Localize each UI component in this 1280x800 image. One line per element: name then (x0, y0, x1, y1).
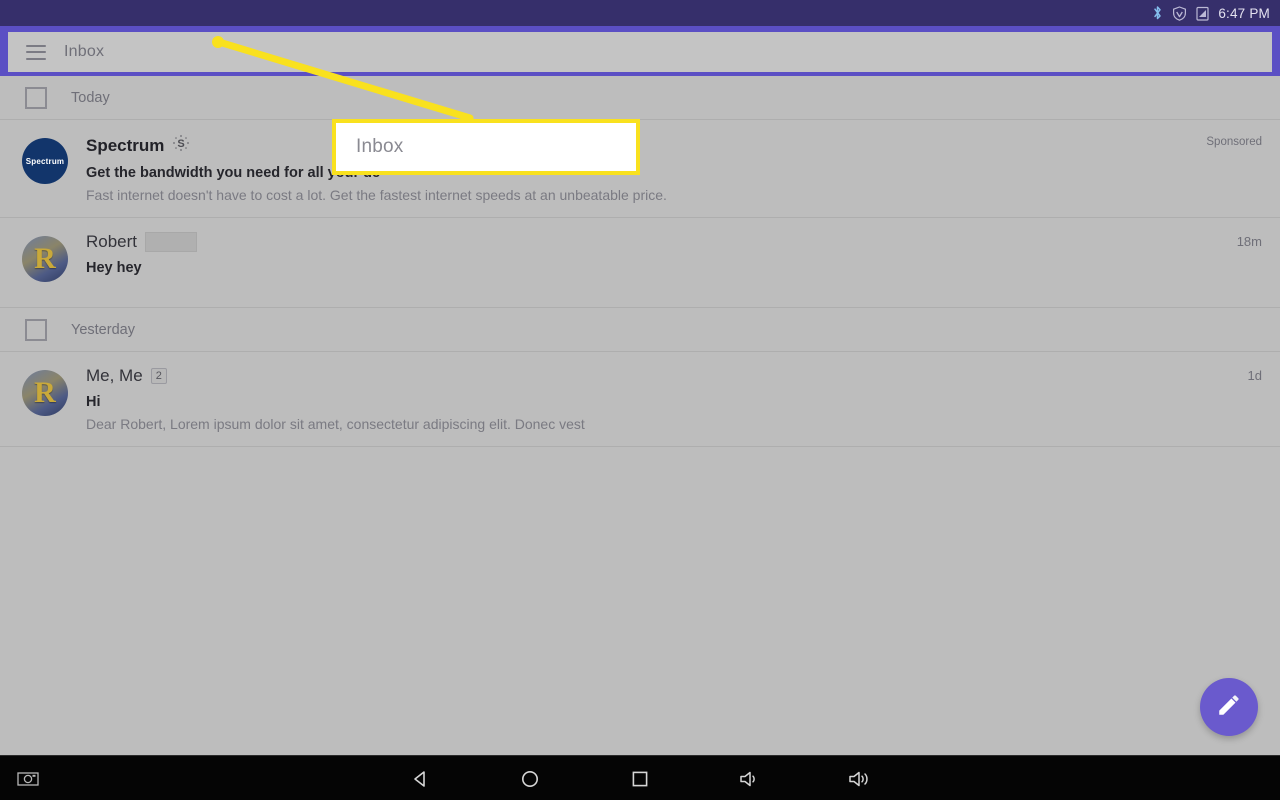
hamburger-menu-icon[interactable] (26, 44, 46, 60)
table-row[interactable]: R Me, Me 2 Hi Dear Robert, Lorem ipsum d… (0, 352, 1280, 447)
compose-pencil-icon (1216, 692, 1242, 723)
avatar-label: R (34, 242, 56, 275)
volume-down-icon[interactable] (728, 756, 772, 800)
snippet-text: Fast internet doesn't have to cost a lot… (86, 187, 667, 203)
android-navigation-bar (0, 755, 1280, 800)
avatar: R (22, 236, 68, 282)
section-select-checkbox[interactable] (25, 86, 47, 109)
avatar-label: Spectrum (25, 156, 65, 166)
snippet-text: Dear Robert, Lorem ipsum dolor sit amet,… (86, 416, 585, 432)
section-header-today: Today (0, 76, 1280, 120)
app-bar[interactable]: Inbox (8, 32, 1272, 72)
avatar: Spectrum (22, 138, 68, 184)
row-body: Spectrum S Get the bandwidth you need fo… (78, 134, 1262, 203)
home-icon[interactable] (508, 756, 552, 800)
callout-label: Inbox (356, 136, 404, 157)
row-body: Me, Me 2 Hi Dear Robert, Lorem ipsum dol… (78, 366, 1262, 432)
status-bar-clock: 6:47 PM (1218, 5, 1270, 21)
section-label: Yesterday (71, 321, 135, 338)
subject-line: Hi (86, 394, 101, 410)
subject-line: Hey hey (86, 260, 142, 276)
sponsored-dollar-icon: S (172, 134, 190, 157)
table-row[interactable]: R Robert Hey hey 18m (0, 218, 1280, 308)
callout-highlight-box: Inbox (332, 119, 640, 175)
status-badge: Sponsored (1206, 136, 1262, 148)
back-icon[interactable] (398, 756, 442, 800)
sender-name: Spectrum (86, 135, 165, 155)
app-bar-title: Inbox (64, 43, 105, 60)
timestamp: 1d (1247, 368, 1262, 383)
bluetooth-icon (1152, 5, 1163, 21)
row-body: Robert Hey hey (78, 232, 1262, 293)
section-select-checkbox[interactable] (25, 318, 47, 341)
row-header-line: Me, Me 2 (86, 366, 1262, 386)
svg-text:S: S (178, 138, 185, 150)
section-label: Today (71, 89, 110, 106)
table-row[interactable]: Spectrum Spectrum S Get the bandwidth yo… (0, 120, 1280, 218)
screenshot-icon[interactable] (6, 756, 50, 800)
avatar: R (22, 370, 68, 416)
volume-up-icon[interactable] (838, 756, 882, 800)
row-header-line: Robert (86, 232, 1262, 252)
android-email-app-screen: 6:47 PM Inbox Today Spectrum Spectrum S … (0, 0, 1280, 800)
section-header-yesterday: Yesterday (0, 308, 1280, 352)
sender-name: Me, Me (86, 366, 143, 385)
vpn-shield-icon (1172, 5, 1187, 21)
subject-line: Get the bandwidth you need for all your … (86, 165, 381, 181)
compose-fab-button[interactable] (1200, 678, 1258, 736)
battery-icon (1196, 6, 1209, 21)
message-count-badge: 2 (150, 368, 167, 384)
mail-list[interactable]: Today Spectrum Spectrum S Get the bandwi… (0, 76, 1280, 755)
timestamp: 18m (1236, 234, 1262, 249)
row-header-line: Spectrum S (86, 134, 1262, 157)
avatar-label: R (34, 376, 56, 409)
status-bar: 6:47 PM (0, 0, 1280, 26)
redacted-text-block (145, 232, 198, 252)
sender-name: Robert (86, 232, 138, 251)
recents-icon[interactable] (618, 756, 662, 800)
